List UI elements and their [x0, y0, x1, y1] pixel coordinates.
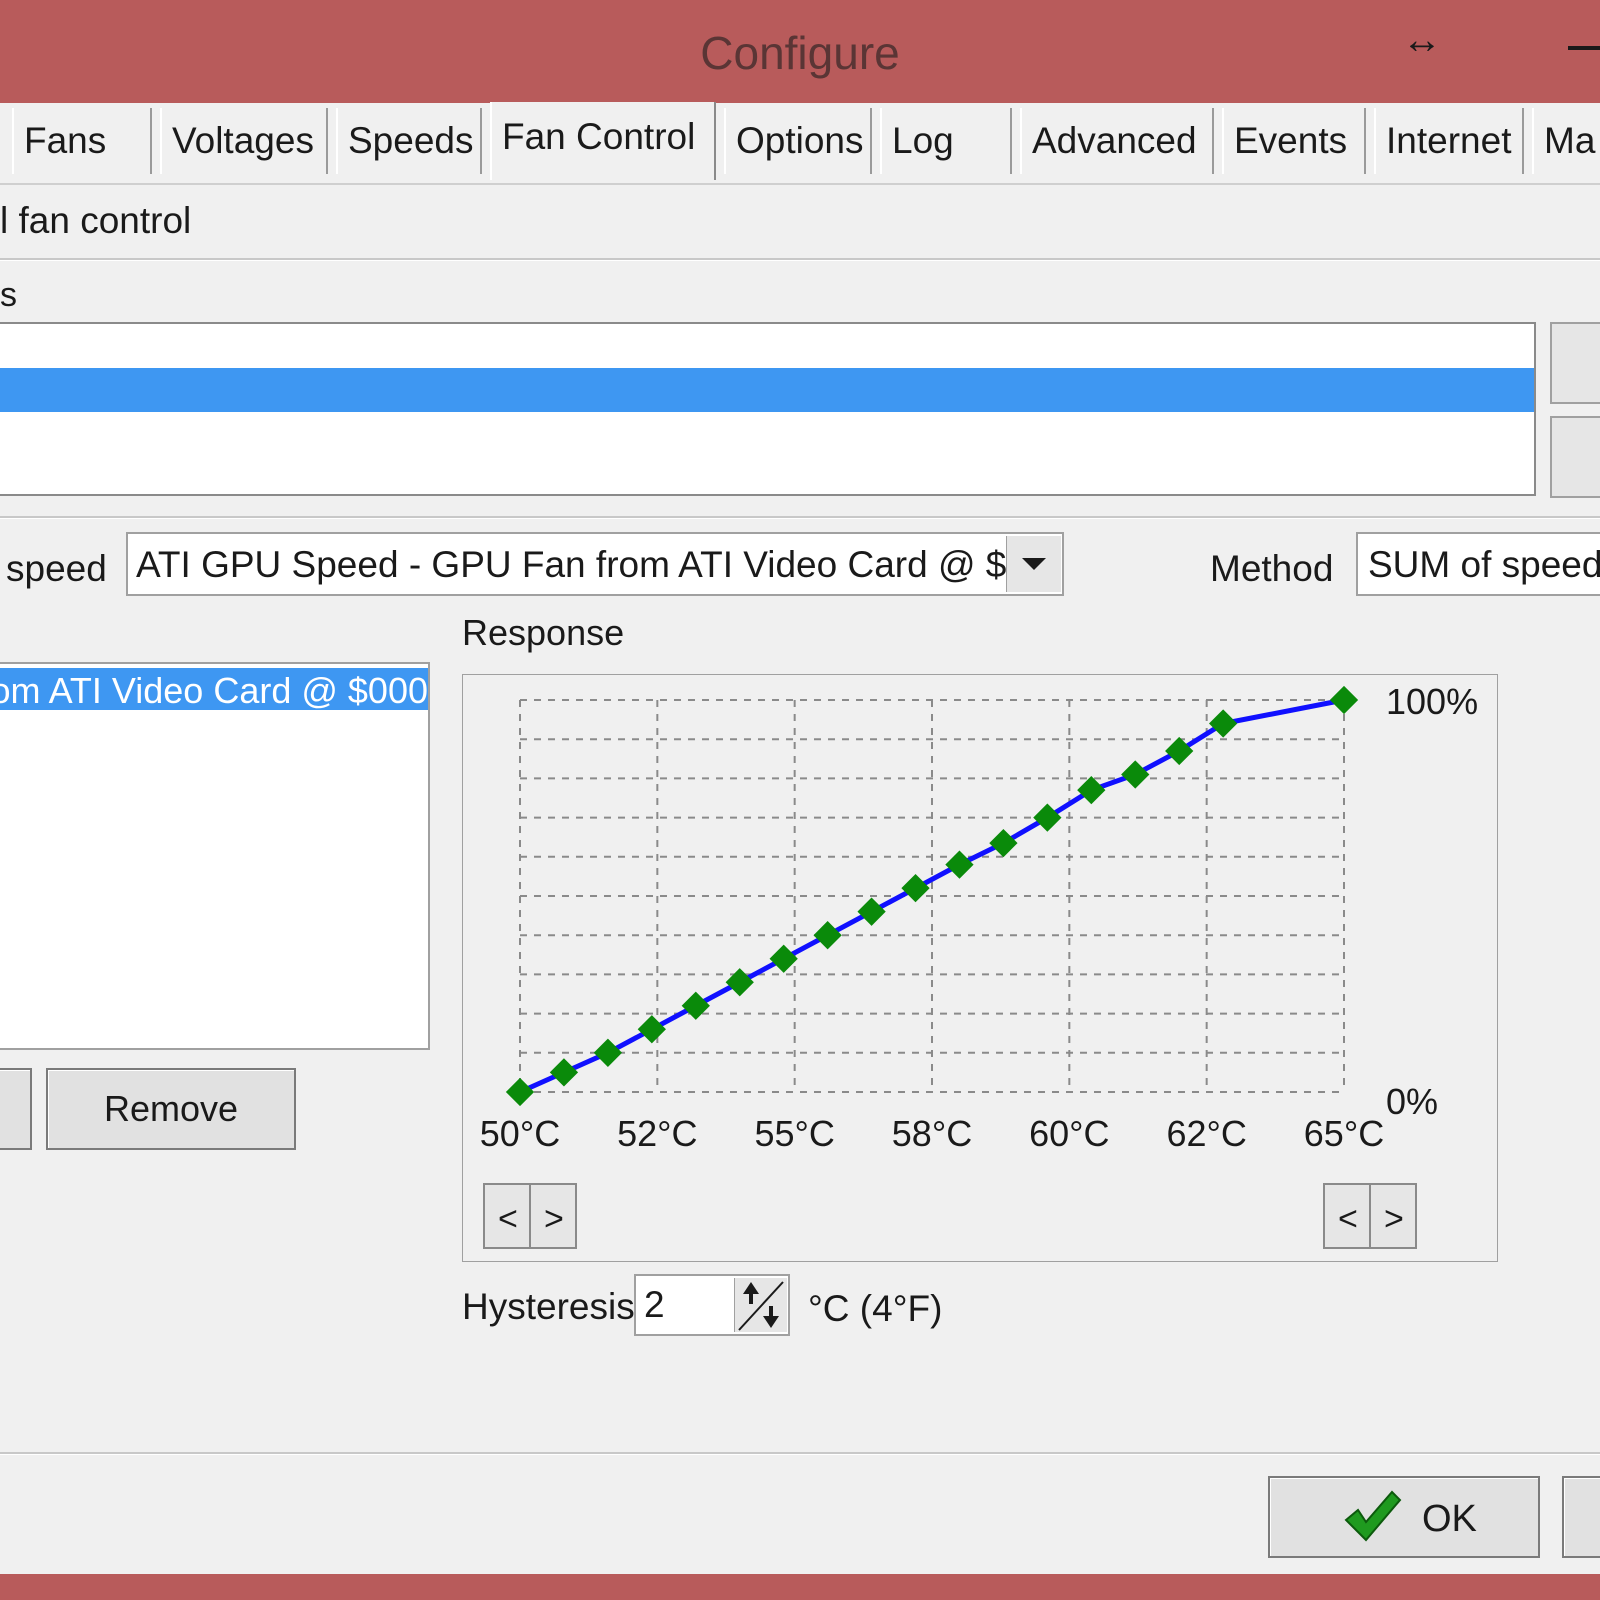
check-icon[interactable]: [1344, 1490, 1402, 1542]
method-select-value[interactable]: SUM of speeds: [1368, 544, 1600, 586]
tab-events[interactable]: Events: [1222, 108, 1366, 174]
tab-options[interactable]: Options: [724, 108, 872, 174]
hysteresis-value[interactable]: 2: [644, 1284, 665, 1326]
enable-fan-control-label[interactable]: l fan control: [0, 200, 191, 242]
chevron-left-icon[interactable]: <: [498, 1200, 518, 1238]
y-min-label: 0%: [1386, 1081, 1438, 1122]
chevron-right-icon[interactable]: >: [1384, 1200, 1404, 1238]
ok-label[interactable]: OK: [1422, 1498, 1477, 1541]
window-bottom-border: [0, 1574, 1600, 1600]
hysteresis-unit: °C (4°F): [808, 1288, 943, 1329]
hysteresis-label: Hysteresis: [462, 1286, 635, 1327]
separator: [0, 1452, 1600, 1455]
response-label: Response: [462, 612, 625, 653]
list-side-button-top[interactable]: [1550, 322, 1600, 404]
tab-log[interactable]: Log: [880, 108, 1012, 174]
x-tick-label: 52°C: [617, 1113, 697, 1154]
cancel-button[interactable]: [1562, 1476, 1600, 1558]
tab-more[interactable]: Ma: [1532, 108, 1600, 174]
tab-advanced[interactable]: Advanced: [1020, 108, 1214, 174]
spinner-arrows-icon[interactable]: [734, 1278, 787, 1332]
ok-button[interactable]: [1268, 1476, 1540, 1558]
chevron-right-icon[interactable]: >: [544, 1200, 564, 1238]
list-side-button-bottom[interactable]: [1550, 416, 1600, 498]
separator: [0, 258, 1600, 261]
tab-speeds[interactable]: Speeds: [336, 108, 482, 174]
left-nudge-buttons[interactable]: < >: [483, 1183, 577, 1249]
add-button[interactable]: [0, 1068, 32, 1150]
right-nudge-buttons[interactable]: < >: [1323, 1183, 1417, 1249]
chevron-left-icon[interactable]: <: [1338, 1200, 1358, 1238]
x-tick-label: 62°C: [1166, 1113, 1246, 1154]
fans-selected-item[interactable]: ATI GPU Speed - GPU Fan from ATI Video C…: [0, 670, 428, 712]
speed-label: speed: [6, 548, 107, 589]
remove-button[interactable]: Remove: [46, 1068, 296, 1150]
graph-frame: [462, 674, 1498, 1262]
tab-fan-control[interactable]: Fan Control: [490, 102, 716, 180]
chevron-down-icon[interactable]: [1022, 558, 1046, 570]
x-tick-label: 58°C: [892, 1113, 972, 1154]
x-tick-label: 60°C: [1029, 1113, 1109, 1154]
response-graph[interactable]: 100% 0% 50°C 52°C 55°C 58°C 60°C 62°C 65°C < >…: [462, 674, 1498, 1262]
fans-selected-item-text: ATI GPU Speed - GPU Fan from ATI Video C…: [0, 670, 428, 711]
window-title: Configure: [700, 27, 900, 79]
x-tick-label: 65°C: [1304, 1113, 1384, 1154]
tab-fans[interactable]: Fans: [12, 108, 152, 174]
controllers-selected-row[interactable]: [0, 368, 1534, 412]
minimize-icon[interactable]: [1568, 46, 1600, 50]
x-tick-label: 55°C: [754, 1113, 834, 1154]
tab-internet[interactable]: Internet: [1374, 108, 1524, 174]
fans-list[interactable]: [0, 662, 430, 1050]
method-label: Method: [1210, 548, 1334, 589]
resize-icon[interactable]: ↔: [1402, 18, 1442, 63]
x-tick-label: 50°C: [480, 1113, 560, 1154]
tab-voltages[interactable]: Voltages: [160, 108, 328, 174]
controllers-label: s: [0, 276, 17, 314]
y-max-label: 100%: [1386, 681, 1478, 722]
separator: [0, 516, 1600, 519]
speed-select-value[interactable]: ATI GPU Speed - GPU Fan from ATI Video C…: [136, 544, 1006, 586]
